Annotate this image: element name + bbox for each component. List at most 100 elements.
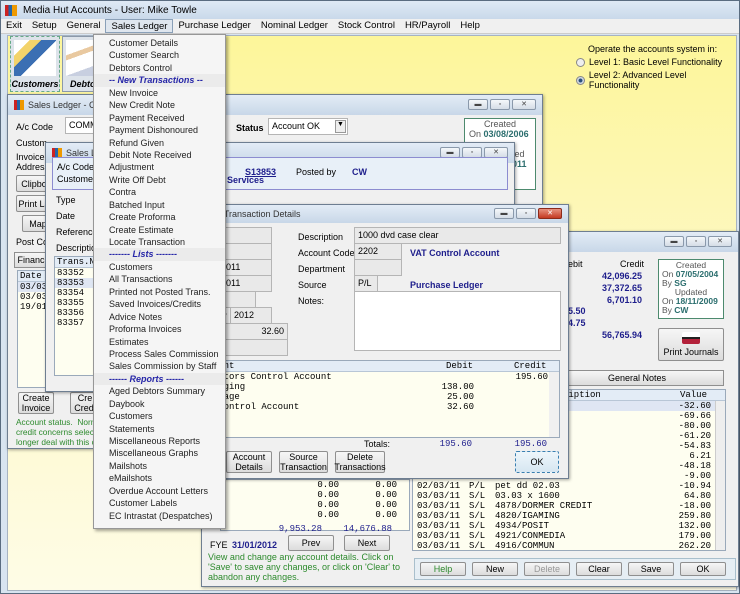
menu-item-adjustment[interactable]: Adjustment (94, 161, 225, 173)
source-field[interactable]: P/L (354, 275, 378, 292)
menu-item-payment-received[interactable]: Payment Received (94, 112, 225, 124)
menu-item-customers[interactable]: Customers (94, 261, 225, 273)
menu-item-all-transactions[interactable]: All Transactions (94, 273, 225, 285)
table-row[interactable]: 03/03/11 S/L 4878/DORMER CREDIT -18.00 (413, 501, 725, 511)
menu-item-customer-labels[interactable]: Customer Labels (94, 497, 225, 509)
scrollbar[interactable] (715, 401, 725, 550)
menu-item-process-sales-commission[interactable]: Process Sales Commission (94, 348, 225, 360)
table-row[interactable]: arriage25.00 (202, 392, 559, 402)
menu-item-statements[interactable]: Statements (94, 423, 225, 435)
menu-item-mailshots[interactable]: Mailshots (94, 460, 225, 472)
ok-button[interactable]: OK (680, 562, 726, 576)
maximize-icon[interactable]: ▫ (516, 208, 536, 219)
source-transaction-button[interactable]: Source Transaction (279, 451, 328, 473)
tab-general-notes[interactable]: General Notes (550, 370, 724, 386)
tab-financial[interactable]: Financ (14, 252, 48, 268)
menu-item-sales-commission-by-staff[interactable]: Sales Commission by Staff (94, 360, 225, 372)
menu-item-miscellaneous-graphs[interactable]: Miscellaneous Graphs (94, 447, 225, 459)
cell-debit: 0.00 (317, 490, 339, 500)
notes-textarea[interactable] (354, 291, 561, 351)
table-row[interactable]: 03/03/11 S/L 4820/IGAMING 259.80 (413, 511, 725, 521)
nav-customers-button[interactable]: Customers (10, 36, 60, 92)
reference-link[interactable]: S13853 (245, 167, 276, 177)
print-journals-button[interactable]: Print Journals (658, 328, 724, 361)
ok-button[interactable]: OK (515, 451, 559, 473)
account-details-button[interactable]: Account Details (226, 451, 272, 473)
level-2-radio[interactable]: Level 2: Advanced Level Functionality (576, 70, 736, 90)
help-button[interactable]: Help (420, 562, 466, 576)
menu-item-customers[interactable]: Customers (94, 410, 225, 422)
menu-item-create-estimate[interactable]: Create Estimate (94, 224, 225, 236)
menu-sales-ledger[interactable]: Sales Ledger (105, 19, 174, 33)
menu-item-saved-invoices-credits[interactable]: Saved Invoices/Credits (94, 298, 225, 310)
minimize-icon[interactable]: ▬ (494, 208, 514, 219)
minimize-icon[interactable]: ▬ (468, 99, 488, 110)
new-button[interactable]: New (472, 562, 518, 576)
menu-item-overdue-account-letters[interactable]: Overdue Account Letters (94, 485, 225, 497)
department-field[interactable] (354, 259, 402, 276)
maximize-icon[interactable]: ▫ (686, 236, 706, 247)
chevron-down-icon[interactable]: ▼ (335, 120, 346, 133)
table-row[interactable]: 02/03/11 P/L pet dd 02.03 -10.94 (413, 481, 725, 491)
menu-hr-payroll[interactable]: HR/Payroll (400, 19, 455, 33)
menu-item-locate-transaction[interactable]: Locate Transaction (94, 236, 225, 248)
status-select[interactable]: Account OK ▼ (268, 118, 348, 135)
menu-item-new-credit-note[interactable]: New Credit Note (94, 99, 225, 111)
close-icon[interactable]: ✕ (512, 99, 536, 110)
clear-button[interactable]: Clear (576, 562, 622, 576)
table-row[interactable]: t0.000.00 (221, 480, 409, 490)
detail-field[interactable]: 2012 (230, 307, 272, 324)
menu-exit[interactable]: Exit (1, 19, 27, 33)
maximize-icon[interactable]: ▫ (490, 99, 510, 110)
close-icon[interactable]: ✕ (708, 236, 732, 247)
table-row[interactable]: c0.000.00 (221, 500, 409, 510)
close-icon[interactable]: ✕ (538, 208, 562, 219)
menu-item-proforma-invoices[interactable]: Proforma Invoices (94, 323, 225, 335)
menu-purchase-ledger[interactable]: Purchase Ledger (173, 19, 255, 33)
minimize-icon[interactable]: ▬ (664, 236, 684, 247)
menu-item-payment-dishonoured[interactable]: Payment Dishonoured (94, 124, 225, 136)
menu-item-aged-debtors-summary[interactable]: Aged Debtors Summary (94, 385, 225, 397)
menu-help[interactable]: Help (455, 19, 485, 33)
menu-nominal-ledger[interactable]: Nominal Ledger (256, 19, 333, 33)
next-button[interactable]: Next (344, 535, 390, 551)
table-row[interactable]: 03/03/11 S/L 4921/CONMEDIA 179.00 (413, 531, 725, 541)
level-1-radio[interactable]: Level 1: Basic Level Functionality (576, 57, 736, 67)
create-invoice-button[interactable]: Create Invoice (18, 392, 54, 414)
menu-item-refund-given[interactable]: Refund Given (94, 137, 225, 149)
menu-item-advice-notes[interactable]: Advice Notes (94, 311, 225, 323)
menu-item-miscellaneous-reports[interactable]: Miscellaneous Reports (94, 435, 225, 447)
table-row[interactable]: 03/03/11 S/L 03.03 x 1600 64.80 (413, 491, 725, 501)
menu-item-customer-details[interactable]: Customer Details (94, 37, 225, 49)
menu-setup[interactable]: Setup (27, 19, 62, 33)
menu-item-debit-note-received[interactable]: Debit Note Received (94, 149, 225, 161)
menu-item-contra[interactable]: Contra (94, 186, 225, 198)
save-button[interactable]: Save (628, 562, 674, 576)
menu-item-estimates[interactable]: Estimates (94, 336, 225, 348)
menu-item-write-off-debt[interactable]: Write Off Debt (94, 174, 225, 186)
account-code-field[interactable]: 2202 (354, 243, 402, 260)
table-row[interactable]: AT Control Account 32.60 (202, 402, 559, 412)
menu-item-debtors-control[interactable]: Debtors Control (94, 62, 225, 74)
table-row[interactable]: 03/03/11 S/L 4916/COMMUN 262.20 (413, 541, 725, 550)
table-row[interactable]: reditors Control Account 195.60 (202, 372, 559, 382)
menu-item-printed-not-posted-trans[interactable]: Printed not Posted Trans. (94, 286, 225, 298)
scrollbar[interactable] (549, 372, 559, 437)
table-row[interactable]: y0.000.00 (221, 490, 409, 500)
menu-stock-control[interactable]: Stock Control (333, 19, 400, 33)
table-row[interactable]: 03/03/11 S/L 4934/POSIT 132.00 (413, 521, 725, 531)
menu-item-batched-input[interactable]: Batched Input (94, 199, 225, 211)
menu-item-emailshots[interactable]: eMailshots (94, 472, 225, 484)
menu-item-create-proforma[interactable]: Create Proforma (94, 211, 225, 223)
delete-button[interactable]: Delete (524, 562, 570, 576)
description-field[interactable]: 1000 dvd case clear (354, 227, 561, 244)
prev-button[interactable]: Prev (288, 535, 334, 551)
menu-item-ec-intrastat-despatches[interactable]: EC Intrastat (Despatches) (94, 510, 225, 522)
delete-transactions-button[interactable]: Delete Transactions (334, 451, 386, 473)
table-row[interactable]: ackaging138.00 (202, 382, 559, 392)
menu-item-daybook[interactable]: Daybook (94, 398, 225, 410)
menu-item-customer-search[interactable]: Customer Search (94, 49, 225, 61)
menu-item-new-invoice[interactable]: New Invoice (94, 87, 225, 99)
menu-general[interactable]: General (62, 19, 106, 33)
table-row[interactable]: n0.000.00 (221, 510, 409, 520)
